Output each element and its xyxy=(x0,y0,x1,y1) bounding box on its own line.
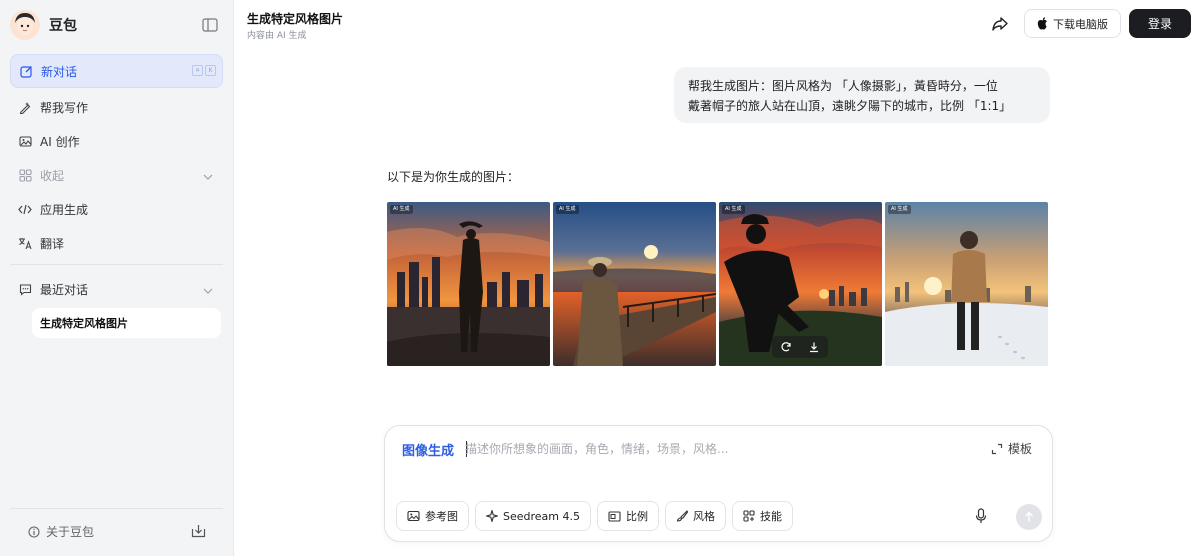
sidebar-item-label: 应用生成 xyxy=(40,202,89,217)
ai-generated-tag: AI 生成 xyxy=(888,205,911,214)
divider xyxy=(10,508,223,509)
translate-icon xyxy=(18,236,32,250)
tool-label: Seedream 4.5 xyxy=(503,509,580,523)
sidebar-toggle-icon[interactable] xyxy=(201,17,219,33)
apps-icon xyxy=(18,168,32,182)
code-icon xyxy=(18,202,32,216)
app-window: 豆包 新对话 ⌘ K 帮我写作 AI 创作 收起 应用生成 翻译 最近对话 生成… xyxy=(0,0,1200,556)
ai-generated-tag: AI 生成 xyxy=(722,205,745,214)
generated-image[interactable]: AI 生成 xyxy=(553,202,716,366)
sidebar-item-new-chat[interactable]: 新对话 ⌘ K xyxy=(10,54,223,88)
generated-image[interactable]: AI 生成 xyxy=(719,202,882,366)
composer: 图像生成 模板 参考图 Seedream 4.5 xyxy=(384,425,1053,542)
divider xyxy=(10,264,223,265)
image-scene xyxy=(387,202,550,366)
sidebar-item-label: 翻译 xyxy=(40,236,65,251)
shortcut-key: K xyxy=(205,65,216,76)
mode-label[interactable]: 图像生成 xyxy=(402,440,454,459)
sidebar-item-ai-create[interactable]: AI 创作 xyxy=(10,124,223,158)
ai-disclaimer: 内容由 AI 生成 xyxy=(247,31,307,41)
apple-icon xyxy=(1037,17,1048,30)
download-desktop-label: 下载电脑版 xyxy=(1053,17,1108,31)
sidebar-item-writing[interactable]: 帮我写作 xyxy=(10,90,223,124)
pen-icon xyxy=(18,100,32,114)
model-select-button[interactable]: Seedream 4.5 xyxy=(475,501,591,531)
microphone-icon[interactable] xyxy=(975,508,987,524)
chat-bubble-icon xyxy=(18,282,32,296)
aspect-ratio-button[interactable]: 比例 xyxy=(597,501,659,531)
sidebar-item-label: 最近对话 xyxy=(40,282,89,297)
image-icon xyxy=(18,134,32,148)
skills-icon xyxy=(743,510,755,522)
image-action-bar xyxy=(772,336,828,358)
brand[interactable]: 豆包 xyxy=(10,9,77,41)
sidebar-footer: 关于豆包 xyxy=(0,508,234,556)
page-title: 生成特定风格图片 xyxy=(247,12,344,26)
download-icon[interactable] xyxy=(808,341,820,353)
image-scene xyxy=(885,202,1048,366)
about-label: 关于豆包 xyxy=(46,525,95,539)
reference-image-icon xyxy=(407,510,420,522)
aspect-ratio-icon xyxy=(608,510,621,522)
shortcut-hint: ⌘ K xyxy=(192,65,216,76)
prompt-input[interactable] xyxy=(465,438,965,460)
sidebar-item-label: AI 创作 xyxy=(40,134,80,149)
generated-image[interactable]: AI 生成 xyxy=(387,202,550,366)
tool-label: 技能 xyxy=(760,510,782,523)
tool-label: 风格 xyxy=(693,510,715,523)
sidebar-item-recent[interactable]: 最近对话 xyxy=(10,272,223,306)
skills-button[interactable]: 技能 xyxy=(732,501,793,531)
template-label: 模板 xyxy=(1008,442,1033,456)
bot-response-text: 以下是为你生成的图片： xyxy=(387,170,520,184)
chevron-down-icon xyxy=(203,284,213,298)
info-icon xyxy=(28,525,40,538)
shortcut-key: ⌘ xyxy=(192,65,203,76)
sidebar-item-label: 收起 xyxy=(40,168,65,183)
chevron-up-icon xyxy=(203,170,213,184)
style-button[interactable]: 风格 xyxy=(665,501,726,531)
sidebar-item-collapse[interactable]: 收起 xyxy=(10,158,223,192)
arrow-up-icon xyxy=(1023,511,1035,523)
image-scene xyxy=(553,202,716,366)
sidebar-item-label: 新对话 xyxy=(41,64,78,79)
share-icon[interactable] xyxy=(990,14,1010,34)
user-message: 帮我生成图片：图片风格为 「人像摄影」，黃昏時分，一位 戴著帽子的旅人站在山頂，… xyxy=(674,67,1050,123)
about-link[interactable]: 关于豆包 xyxy=(28,523,94,540)
sidebar-item-app-builder[interactable]: 应用生成 xyxy=(10,192,223,226)
expand-icon xyxy=(991,443,1003,455)
avatar xyxy=(10,10,40,40)
brush-icon xyxy=(676,510,688,522)
generated-image[interactable]: AI 生成 xyxy=(885,202,1048,366)
template-button[interactable]: 模板 xyxy=(991,440,1032,457)
sidebar-item-label: 帮我写作 xyxy=(40,100,89,115)
download-desktop-button[interactable]: 下载电脑版 xyxy=(1024,9,1121,38)
user-message-line: 戴著帽子的旅人站在山頂，遠眺夕陽下的城市，比例 「1:1」 xyxy=(688,99,1012,113)
send-button[interactable] xyxy=(1016,504,1042,530)
sidebar-item-translate[interactable]: 翻译 xyxy=(10,226,223,260)
tool-label: 参考图 xyxy=(425,510,458,523)
brand-name: 豆包 xyxy=(49,18,77,34)
ai-generated-tag: AI 生成 xyxy=(556,205,579,214)
download-app-icon[interactable] xyxy=(191,523,206,542)
sidebar-nav: 新对话 ⌘ K 帮我写作 AI 创作 收起 应用生成 翻译 xyxy=(10,54,223,260)
reference-image-button[interactable]: 参考图 xyxy=(396,501,469,531)
regenerate-icon[interactable] xyxy=(780,341,792,353)
composer-toolbar: 参考图 Seedream 4.5 比例 风格 技能 xyxy=(396,501,793,531)
tool-label: 比例 xyxy=(626,510,648,523)
recent-chat-item[interactable]: 生成特定风格图片 xyxy=(32,308,221,338)
sidebar: 豆包 新对话 ⌘ K 帮我写作 AI 创作 收起 应用生成 翻译 最近对话 生成… xyxy=(0,0,234,556)
generated-images: AI 生成 AI 生成 AI 生成 AI 生成 xyxy=(387,202,1050,366)
ai-generated-tag: AI 生成 xyxy=(390,205,413,214)
user-message-line: 帮我生成图片：图片风格为 「人像摄影」，黃昏時分，一位 xyxy=(688,79,998,93)
login-button[interactable]: 登录 xyxy=(1129,9,1191,38)
edit-icon xyxy=(19,64,33,78)
sparkle-icon xyxy=(486,510,498,522)
